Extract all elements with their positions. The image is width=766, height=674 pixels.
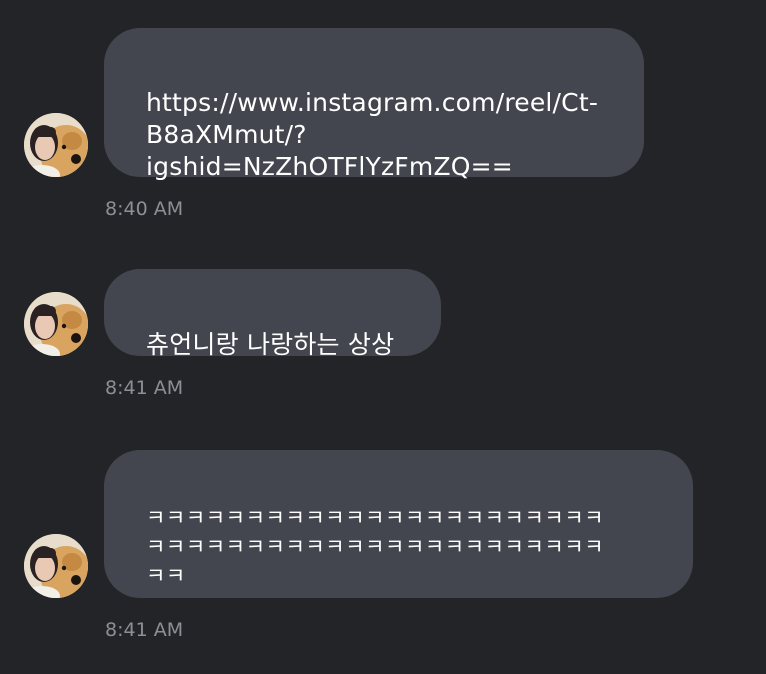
message-bubble[interactable]: ㅋㅋㅋㅋㅋㅋㅋㅋㅋㅋㅋㅋㅋㅋㅋㅋㅋㅋㅋㅋㅋㅋㅋ ㅋㅋㅋㅋㅋㅋㅋㅋㅋㅋㅋㅋㅋㅋㅋㅋ… [104,450,693,598]
message-timestamp: 8:41 AM [105,377,184,399]
message-timestamp: 8:40 AM [105,198,184,220]
profile-photo-icon [24,113,88,177]
profile-photo-icon [24,292,88,356]
profile-photo-icon [24,534,88,598]
avatar[interactable] [24,292,88,356]
message-text: 츄언니랑 나랑하는 상상 [146,330,395,359]
avatar[interactable] [24,534,88,598]
message-link[interactable]: https://www.instagram.com/reel/Ct- B8aXM… [146,88,598,181]
message-bubble[interactable]: https://www.instagram.com/reel/Ct- B8aXM… [104,28,644,181]
message-timestamp: 8:41 AM [105,619,184,641]
chat-thread: https://www.instagram.com/reel/Ct- B8aXM… [0,0,766,674]
message-bubble[interactable]: 츄언니랑 나랑하는 상상 [104,269,441,359]
message-text: ㅋㅋㅋㅋㅋㅋㅋㅋㅋㅋㅋㅋㅋㅋㅋㅋㅋㅋㅋㅋㅋㅋㅋ ㅋㅋㅋㅋㅋㅋㅋㅋㅋㅋㅋㅋㅋㅋㅋㅋ… [146,506,605,588]
avatar[interactable] [24,113,88,177]
